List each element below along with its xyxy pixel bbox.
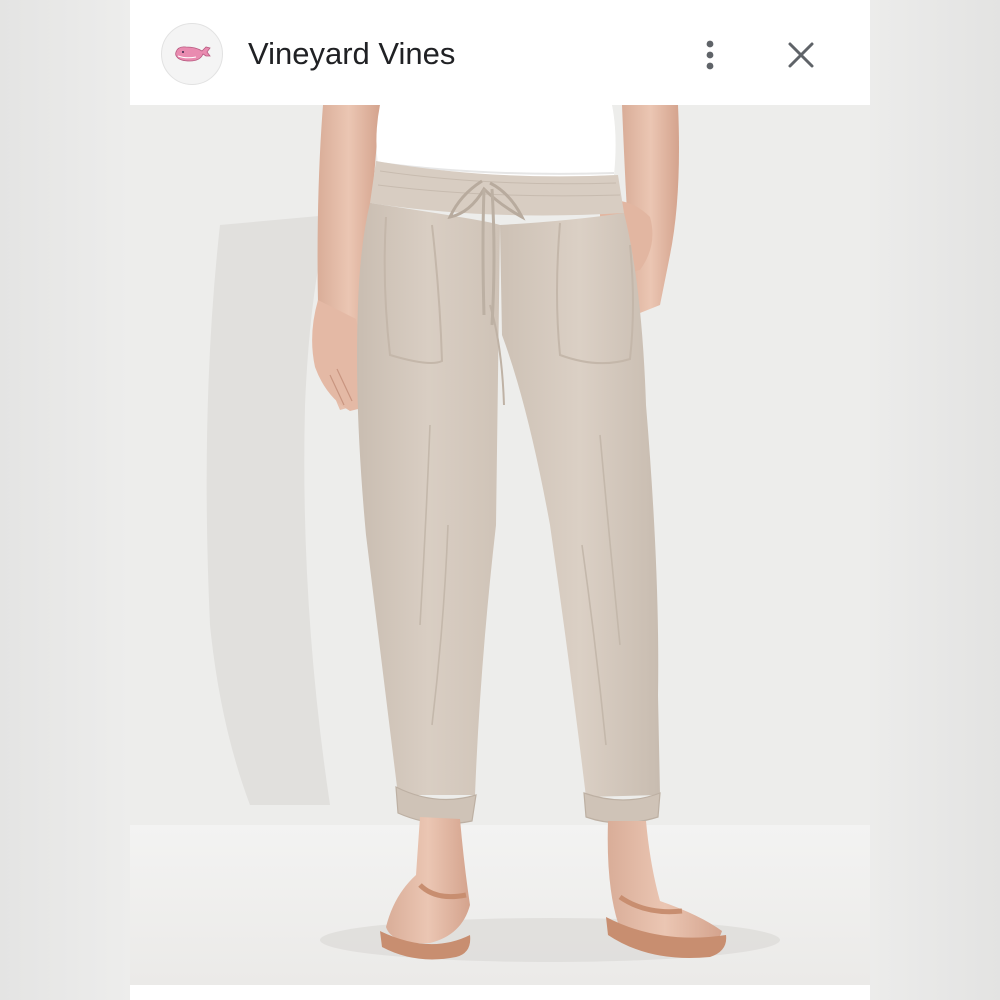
more-options-button[interactable] bbox=[692, 33, 728, 77]
close-button[interactable] bbox=[780, 33, 822, 77]
whale-logo-icon bbox=[175, 46, 211, 62]
product-card: Vineyard Vines bbox=[130, 0, 870, 1000]
product-photo bbox=[130, 105, 870, 985]
card-bottom-strip bbox=[130, 985, 870, 1000]
brand-title: Vineyard Vines bbox=[248, 36, 456, 71]
more-vertical-icon bbox=[706, 40, 714, 70]
close-icon bbox=[788, 42, 814, 68]
brand-logo[interactable] bbox=[161, 23, 223, 85]
product-photo-pants bbox=[130, 105, 870, 985]
card-header: Vineyard Vines bbox=[130, 0, 870, 105]
